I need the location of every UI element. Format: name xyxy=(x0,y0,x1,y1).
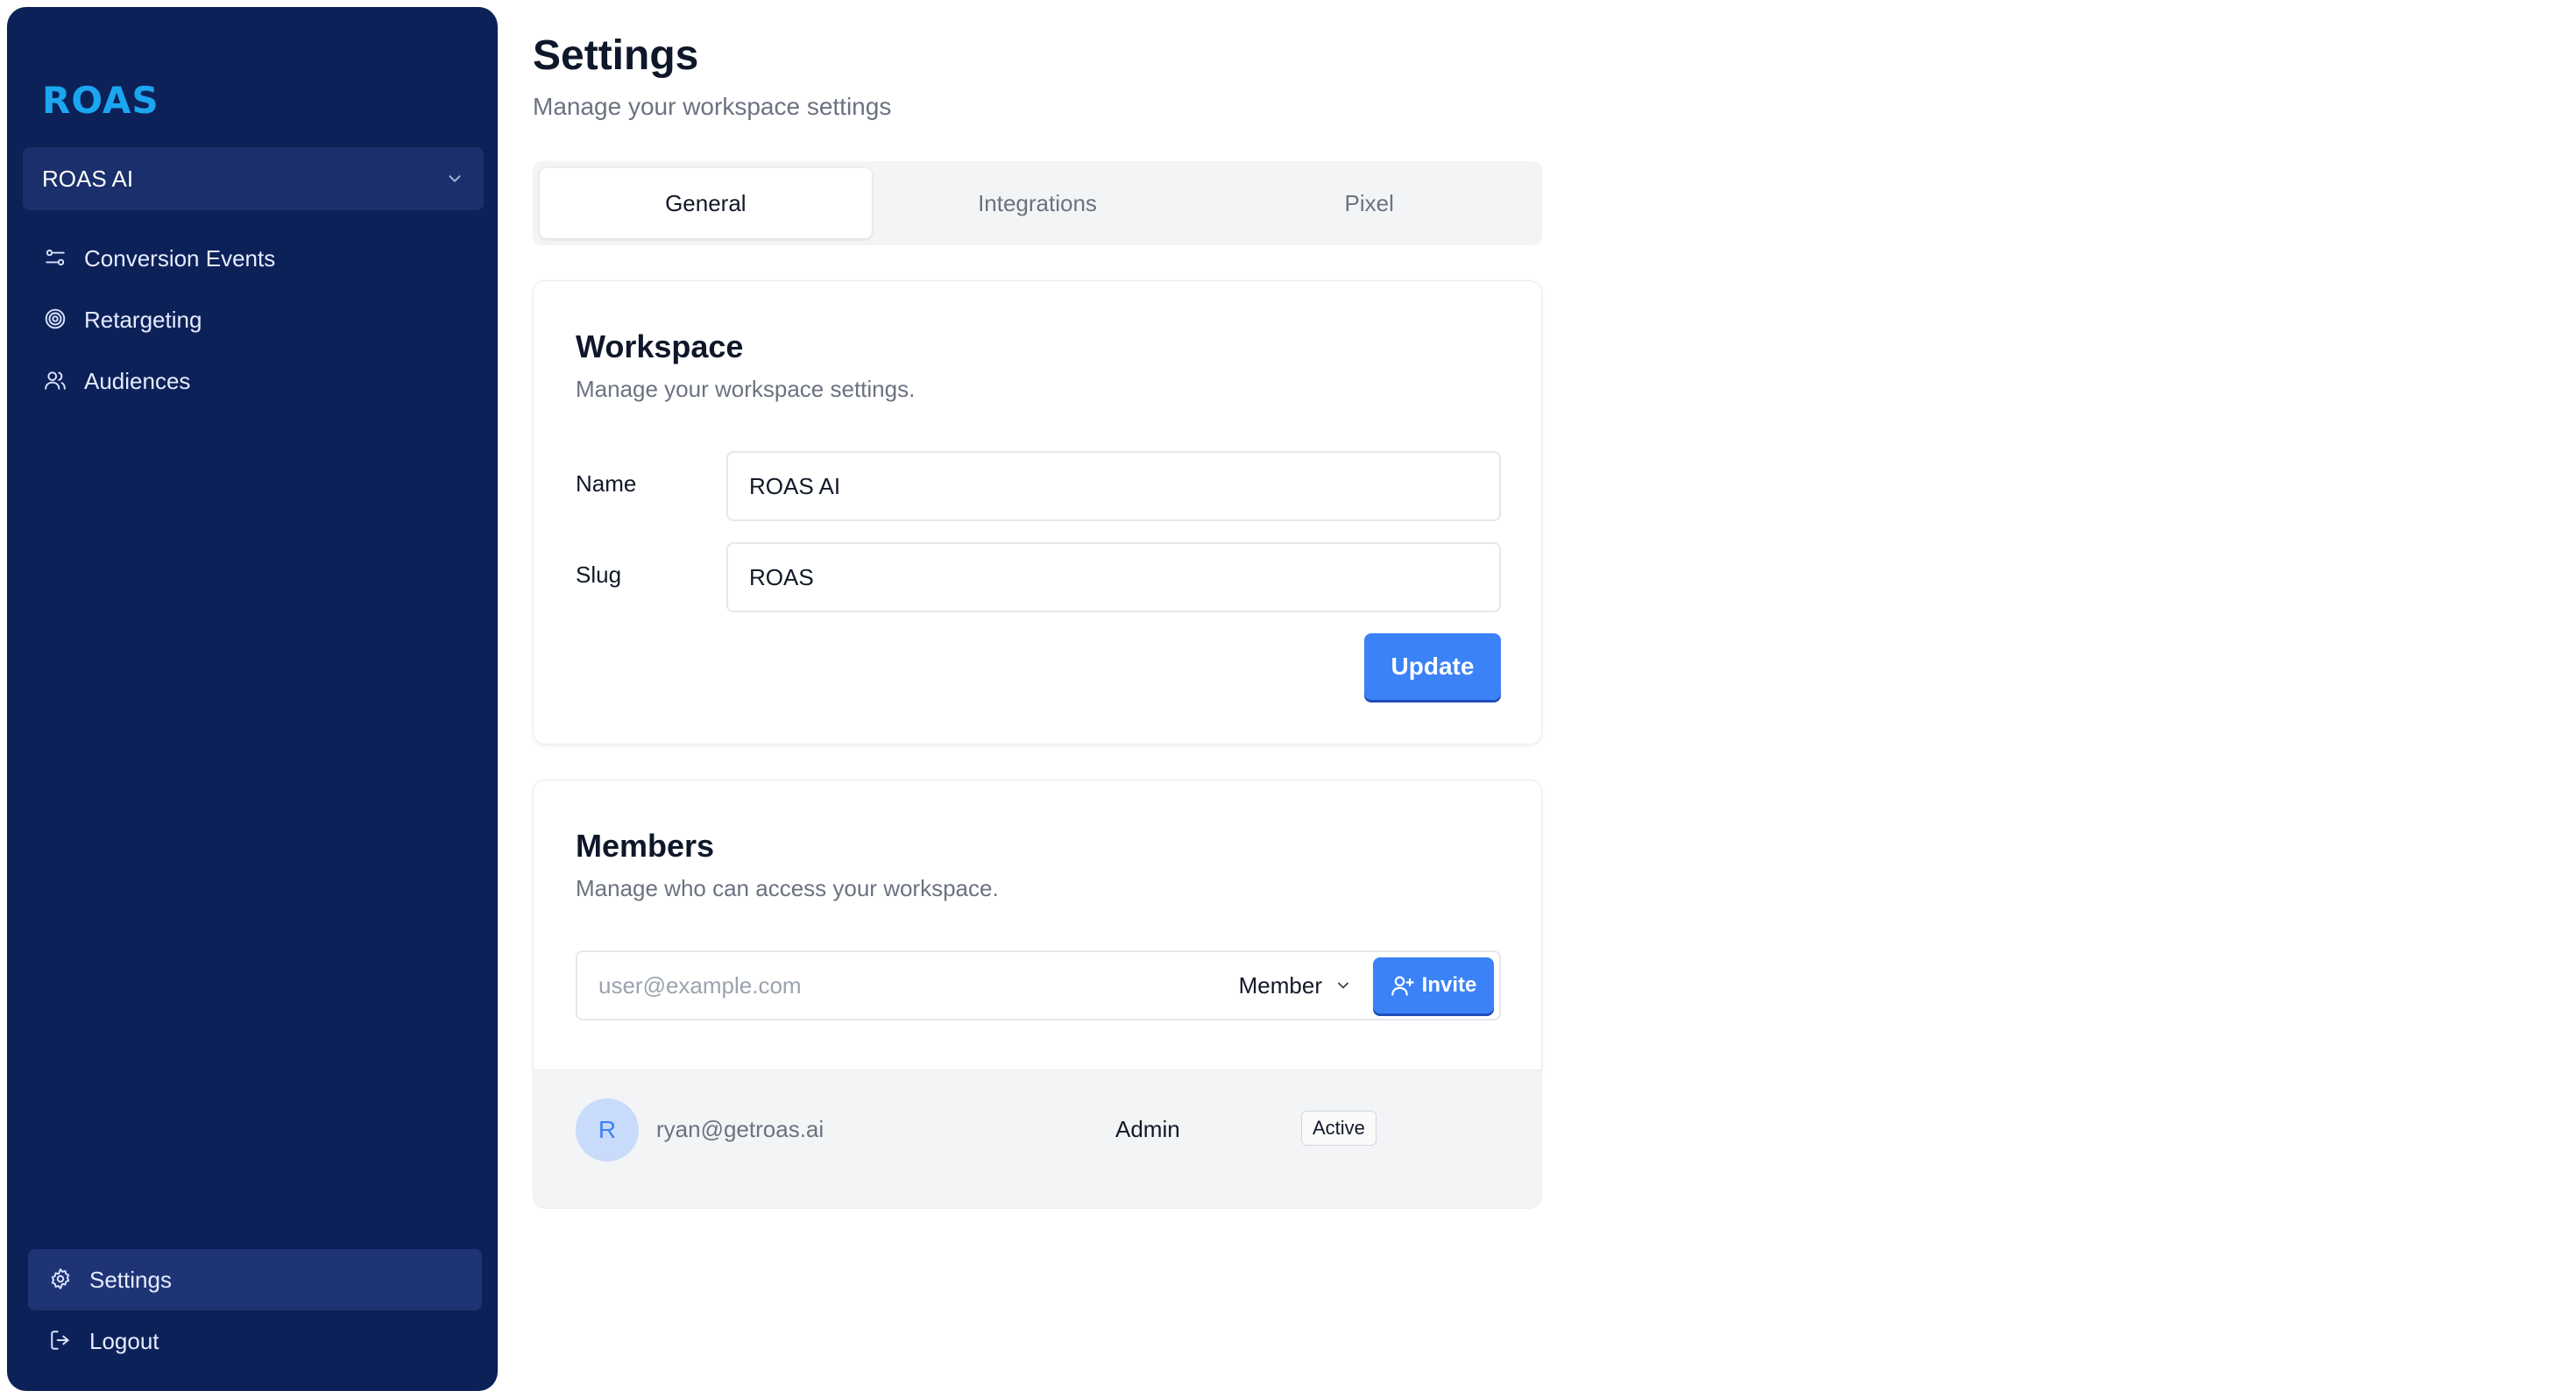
sidebar-item-label: Logout xyxy=(89,1327,159,1354)
avatar: R xyxy=(576,1098,639,1161)
tab-pixel[interactable]: Pixel xyxy=(1203,168,1535,238)
name-label: Name xyxy=(576,470,637,497)
status-badge: Active xyxy=(1301,1111,1376,1146)
chevron-down-icon xyxy=(449,175,461,182)
invite-button-label: Invite xyxy=(1421,973,1477,997)
sidebar-item-label: Settings xyxy=(89,1266,172,1293)
sidebar-item-audiences[interactable]: Audiences xyxy=(23,350,484,412)
chevron-down-icon xyxy=(1338,982,1348,989)
workspace-title: Workspace xyxy=(576,328,744,364)
sliders-icon xyxy=(44,246,68,271)
slug-label: Slug xyxy=(576,561,622,588)
role-select-value: Member xyxy=(1238,971,1322,999)
members-card: Members Manage who can access your works… xyxy=(533,780,1542,1070)
workspace-subtitle: Manage your workspace settings. xyxy=(576,376,916,402)
member-role: Admin xyxy=(1115,1116,1180,1142)
update-button[interactable]: Update xyxy=(1364,633,1501,700)
logo-text: ROAS xyxy=(42,78,159,122)
roas-logo[interactable]: ROAS xyxy=(42,75,159,124)
workspace-slug-input[interactable] xyxy=(726,542,1501,612)
sidebar-item-label: Conversion Events xyxy=(84,244,276,272)
sidebar-bottom-nav: Settings Logout xyxy=(28,1249,482,1372)
sidebar-item-label: Retargeting xyxy=(84,306,202,333)
page-title: Settings xyxy=(533,32,699,79)
workspace-select[interactable]: ROAS AI xyxy=(23,147,484,210)
page-subtitle: Manage your workspace settings xyxy=(533,93,892,120)
members-title: Members xyxy=(576,828,715,864)
workspace-name-input[interactable] xyxy=(726,451,1501,521)
users-icon xyxy=(44,369,68,393)
tab-integrations[interactable]: Integrations xyxy=(872,168,1204,238)
invite-email-input[interactable] xyxy=(577,952,1239,1019)
role-select[interactable]: Member xyxy=(1239,972,1352,999)
tab-general[interactable]: General xyxy=(540,168,872,238)
member-email: ryan@getroas.ai xyxy=(656,1116,824,1142)
sidebar: ROAS ROAS AI Conversion Events Retargeti… xyxy=(7,7,498,1391)
invite-row: Member Invite xyxy=(576,950,1501,1020)
sidebar-item-conversion-events[interactable]: Conversion Events xyxy=(23,228,484,289)
table-row: R ryan@getroas.ai Admin Active xyxy=(533,1070,1542,1209)
app-root: ROAS ROAS AI Conversion Events Retargeti… xyxy=(0,0,2576,1398)
settings-tabs: General Integrations Pixel xyxy=(533,161,1542,245)
gear-icon xyxy=(49,1267,74,1292)
sidebar-item-logout[interactable]: Logout xyxy=(28,1310,482,1372)
sidebar-item-label: Audiences xyxy=(84,367,191,394)
logout-icon xyxy=(49,1329,74,1353)
user-plus-icon xyxy=(1391,976,1414,996)
workspace-card: Workspace Manage your workspace settings… xyxy=(533,280,1542,745)
sidebar-nav: Conversion Events Retargeting Audiences xyxy=(23,228,484,412)
invite-button[interactable]: Invite xyxy=(1373,957,1494,1013)
sidebar-item-retargeting[interactable]: Retargeting xyxy=(23,289,484,350)
sidebar-item-settings[interactable]: Settings xyxy=(28,1249,482,1310)
members-subtitle: Manage who can access your workspace. xyxy=(576,875,999,901)
target-icon xyxy=(44,307,68,332)
workspace-select-label: ROAS AI xyxy=(42,165,134,192)
